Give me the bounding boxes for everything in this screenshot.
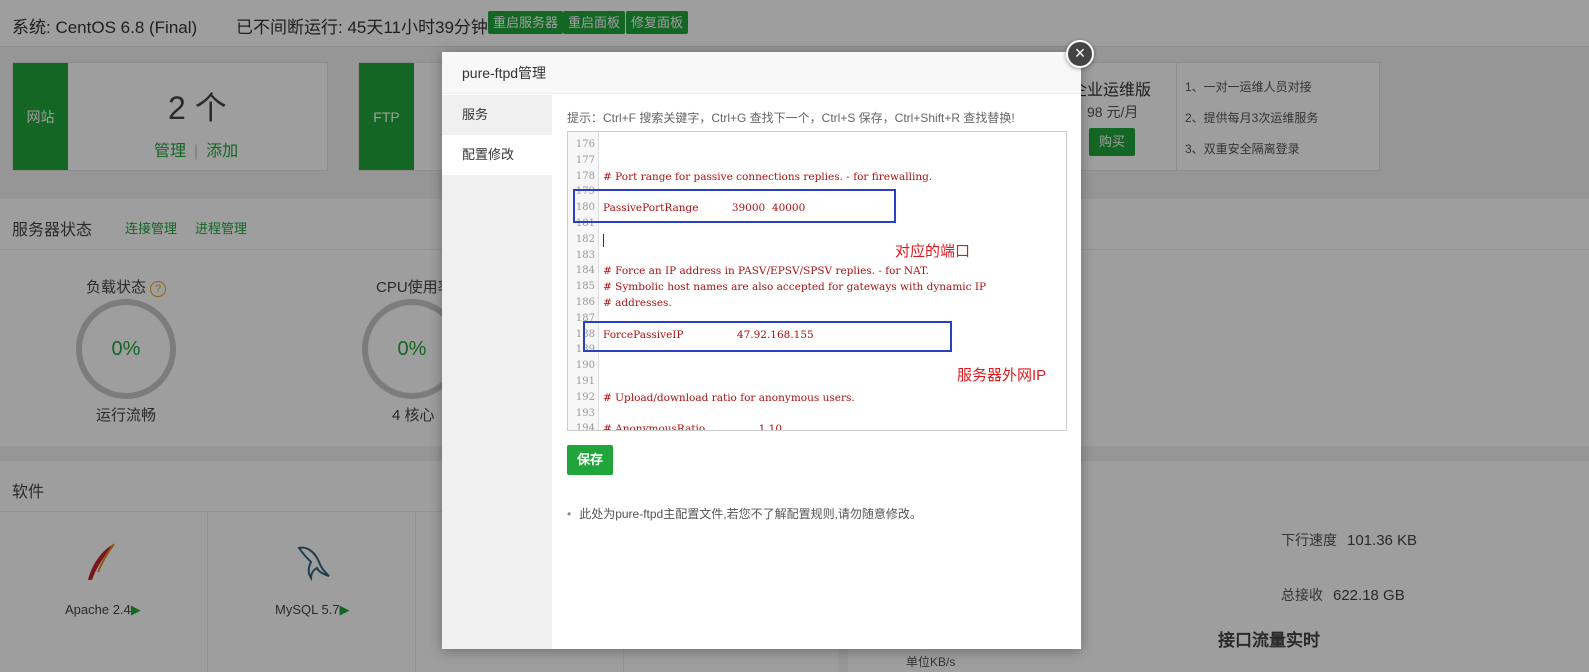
editor-line[interactable]: 184 # Force an IP address in PASV/EPSV/SP… [568,263,1066,279]
line-number: 186 [575,297,595,308]
line-code: # Upload/download ratio for anonymous us… [603,391,855,404]
line-number: 178 [575,170,595,182]
line-number: 183 [575,249,595,261]
editor-line[interactable]: 193 [568,406,1066,422]
annotation-port: 对应的端口 [895,243,971,260]
line-code: # addresses. [603,297,672,309]
line-number: 184 [575,265,595,277]
annotation-ip: 服务器外网IP [957,367,1047,384]
line-code: # Symbolic host names are also accepted … [603,281,987,294]
pureftpd-modal: pure-ftpd管理 服务 配置修改 提示：Ctrl+F 搜索关键字，Ctrl… [442,52,1081,649]
editor-hint: 提示：Ctrl+F 搜索关键字，Ctrl+G 查找下一个，Ctrl+S 保存，C… [567,111,1015,125]
line-number: 193 [575,407,595,419]
line-code: # Port range for passive connections rep… [603,170,933,183]
text-cursor [603,233,604,247]
modal-title: pure-ftpd管理 [442,52,1081,94]
modal-body: 提示：Ctrl+F 搜索关键字，Ctrl+G 查找下一个，Ctrl+S 保存，C… [552,95,1081,649]
line-number: 185 [575,281,595,293]
modal-sidebar: 服务 配置修改 [442,95,552,649]
highlight-box-ip [583,321,952,352]
highlight-box-port [573,189,896,223]
editor-line[interactable]: 176 [568,137,1066,153]
line-number: 192 [575,391,595,403]
editor-line[interactable]: 182 [568,232,1066,248]
line-number: 191 [575,376,595,387]
editor-line[interactable]: 185 # Symbolic host names are also accept… [568,279,1066,295]
line-number: 182 [575,233,595,245]
config-note: 此处为pure-ftpd主配置文件,若您不了解配置规则,请勿随意修改。 [567,505,922,522]
line-code: # AnonymousRatio 1 10 [603,423,783,431]
line-number: 194 [575,423,595,431]
editor-line[interactable]: 192 # Upload/download ratio for anonymous… [568,390,1066,406]
editor-line[interactable]: 194 # AnonymousRatio 1 10 [568,421,1066,431]
tab-service[interactable]: 服务 [442,95,552,135]
editor-line[interactable]: 177 [568,153,1066,169]
editor-line[interactable]: 178 # Port range for passive connections … [568,169,1066,185]
line-number: 190 [575,360,595,372]
tab-config-edit[interactable]: 配置修改 [442,135,552,175]
editor-line[interactable]: 183 [568,248,1066,264]
close-icon[interactable]: × [1066,40,1094,68]
config-editor[interactable]: 176 177 178 # Port range for passive connec… [567,131,1067,431]
line-code: # Force an IP address in PASV/EPSV/SPSV … [603,265,929,278]
line-number: 177 [575,154,595,166]
editor-line[interactable]: 186 # addresses. [568,295,1066,311]
line-number: 176 [575,139,595,150]
save-button[interactable]: 保存 [567,445,613,475]
